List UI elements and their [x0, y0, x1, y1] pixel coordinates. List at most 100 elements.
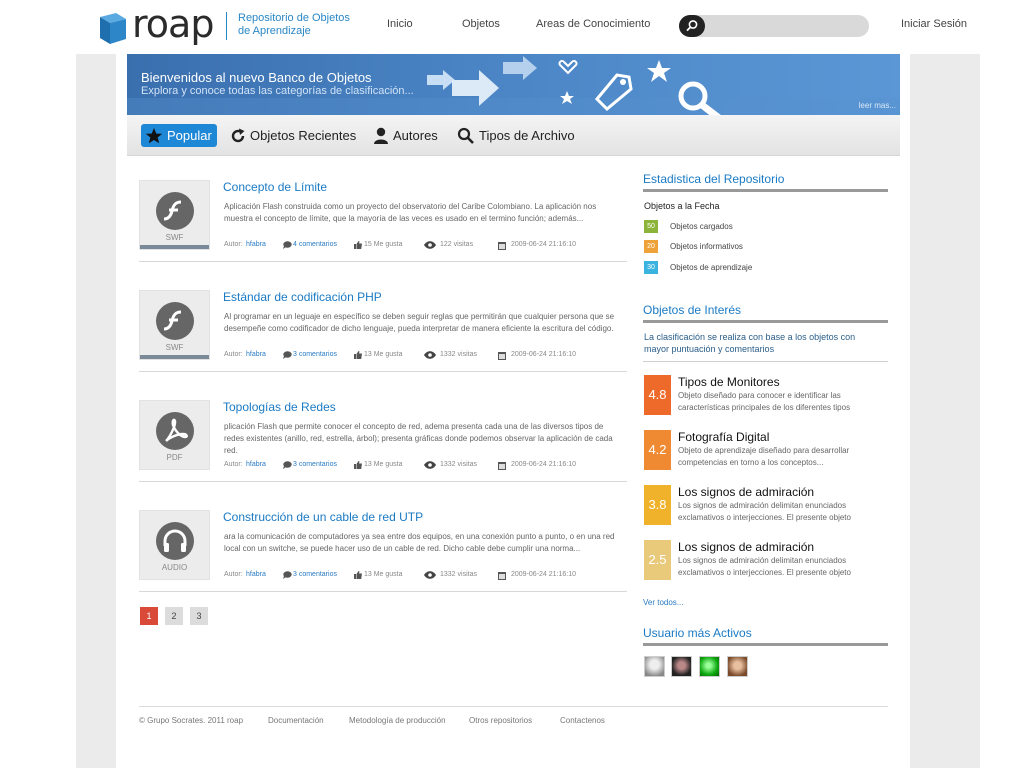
- item-title[interactable]: Estándar de codificación PHP: [223, 290, 382, 304]
- page-3-button[interactable]: 3: [190, 607, 208, 625]
- calendar-icon: [498, 572, 506, 580]
- stat-label: Objetos informativos: [670, 242, 743, 251]
- flash-icon: [156, 302, 194, 340]
- item-divider: [139, 261, 627, 262]
- interest-item-title[interactable]: Fotografía Digital: [678, 430, 769, 444]
- author-label: Autor:: [224, 241, 243, 248]
- thumbs-up-icon: [354, 351, 362, 359]
- active-users-heading: Usuario más Activos: [643, 626, 752, 640]
- file-thumbnail[interactable]: AUDIO: [139, 510, 210, 580]
- interest-item-title[interactable]: Los signos de admiración: [678, 485, 814, 499]
- item-divider: [139, 481, 627, 482]
- search-input[interactable]: [709, 18, 859, 34]
- stat-badge: 30: [644, 261, 658, 274]
- banner-read-more[interactable]: leer mas...: [859, 101, 896, 110]
- interest-description: La clasificación se realiza con base a l…: [644, 332, 856, 354]
- page-background-left: [76, 54, 116, 768]
- comments-link[interactable]: 4 comentarios: [293, 241, 337, 248]
- logo-subtitle: Repositorio de Objetos de Aprendizaje: [226, 12, 356, 40]
- search-box: [679, 15, 869, 37]
- item-date: 2009-06-24 21:16:10: [511, 351, 576, 358]
- list-item: AUDIO Construcción de un cable de red UT…: [139, 510, 627, 620]
- author-link[interactable]: hfabra: [246, 241, 266, 248]
- nav-objetos[interactable]: Objetos: [462, 18, 500, 30]
- tab-popular[interactable]: Popular: [141, 124, 217, 147]
- author-link[interactable]: hfabra: [246, 571, 266, 578]
- footer-link-otros-repositorios[interactable]: Otros repositorios: [469, 716, 532, 725]
- tab-tipos-archivo[interactable]: Tipos de Archivo: [457, 124, 575, 147]
- likes-count: 15 Me gusta: [364, 241, 403, 248]
- calendar-icon: [498, 352, 506, 360]
- thumbnail-bar: [140, 245, 209, 249]
- item-title[interactable]: Construcción de un cable de red UTP: [223, 510, 423, 524]
- author-label: Autor:: [224, 461, 243, 468]
- comments-link[interactable]: 3 comentarios: [293, 571, 337, 578]
- search-button[interactable]: [679, 15, 705, 37]
- logo[interactable]: roap: [96, 2, 218, 48]
- login-link[interactable]: Iniciar Sesión: [901, 18, 967, 30]
- interest-heading-rule: [643, 320, 888, 323]
- page-1-button[interactable]: 1: [140, 607, 158, 625]
- item-title[interactable]: Concepto de Límite: [223, 180, 327, 194]
- user-icon: [374, 127, 388, 144]
- author-link[interactable]: hfabra: [246, 351, 266, 358]
- comments-link[interactable]: 3 comentarios: [293, 461, 337, 468]
- comments-link[interactable]: 3 comentarios: [293, 351, 337, 358]
- visits-count: 1332 visitas: [440, 351, 477, 358]
- footer-copyright: © Grupo Socrates. 2011 roap: [139, 716, 244, 725]
- tab-objetos-recientes[interactable]: Objetos Recientes: [230, 124, 356, 147]
- calendar-icon: [498, 242, 506, 250]
- see-all-link[interactable]: Ver todos...: [643, 598, 683, 607]
- stat-label: Objetos cargados: [670, 222, 733, 231]
- page-background-right: [910, 54, 980, 768]
- interest-heading: Objetos de Interés: [643, 303, 742, 317]
- footer-link-contactenos[interactable]: Contactenos: [560, 716, 605, 725]
- file-thumbnail[interactable]: SWF: [139, 290, 210, 360]
- tab-autores[interactable]: Autores: [373, 124, 438, 147]
- eye-icon: [424, 571, 436, 579]
- stat-badge: 20: [644, 240, 658, 253]
- item-date: 2009-06-24 21:16:10: [511, 241, 576, 248]
- footer-link-metodologia[interactable]: Metodología de producción: [349, 716, 446, 725]
- nav-areas-conocimiento[interactable]: Areas de Conocimiento: [536, 18, 650, 30]
- tab-autores-label: Autores: [393, 128, 438, 143]
- page-2-button[interactable]: 2: [165, 607, 183, 625]
- nav-inicio[interactable]: Inicio: [387, 18, 413, 30]
- visits-count: 122 visitas: [440, 241, 474, 248]
- stats-heading-rule: [643, 189, 888, 192]
- interest-item-desc: Objeto diseñado para conocer e identific…: [678, 391, 851, 412]
- star-icon: [145, 127, 163, 143]
- comment-icon: [283, 571, 292, 579]
- item-description: Aplicación Flash construida como un proy…: [224, 202, 597, 223]
- stats-heading: Estadistica del Repositorio: [643, 172, 785, 186]
- interest-item-title[interactable]: Los signos de admiración: [678, 540, 814, 554]
- interest-item-desc: Los signos de admiración delimitan enunc…: [678, 556, 851, 577]
- active-users-rule: [643, 643, 888, 646]
- score-badge: 4.2: [644, 430, 671, 470]
- welcome-banner: Bienvenidos al nuevo Banco de Objetos Ex…: [127, 54, 900, 115]
- eye-icon: [424, 241, 436, 249]
- footer-link-documentacion[interactable]: Documentación: [268, 716, 324, 725]
- tab-objetos-recientes-label: Objetos Recientes: [250, 128, 357, 143]
- tab-popular-label: Popular: [167, 128, 212, 143]
- item-title[interactable]: Topologías de Redes: [223, 400, 336, 414]
- avatar[interactable]: [727, 656, 748, 677]
- avatar[interactable]: [699, 656, 720, 677]
- file-thumbnail[interactable]: PDF: [139, 400, 210, 470]
- interest-item-desc: Objeto de aprendizaje diseñado para desa…: [678, 446, 850, 467]
- thumbs-up-icon: [354, 241, 362, 249]
- file-type-label: PDF: [166, 453, 183, 462]
- avatar[interactable]: [671, 656, 692, 677]
- avatar[interactable]: [644, 656, 665, 677]
- interest-divider: [643, 361, 888, 362]
- file-type-label: AUDIO: [161, 563, 188, 572]
- list-item: PDF Topologías de Redes plicación Flash …: [139, 400, 627, 510]
- thumbnail-bar: [140, 355, 209, 359]
- comment-icon: [283, 241, 292, 249]
- item-description: ara la comunicación de computadores ya s…: [224, 532, 615, 553]
- author-link[interactable]: hfabra: [246, 461, 266, 468]
- file-thumbnail[interactable]: SWF: [139, 180, 210, 250]
- author-label: Autor:: [224, 571, 243, 578]
- interest-item-title[interactable]: Tipos de Monitores: [678, 375, 780, 389]
- eye-icon: [424, 461, 436, 469]
